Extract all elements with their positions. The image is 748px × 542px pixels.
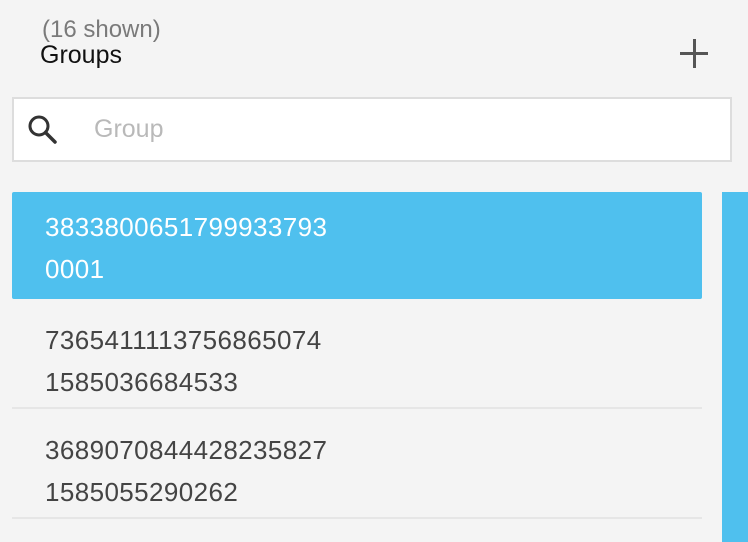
list-item[interactable]: 7365411113756865074 1585036684533 <box>12 299 702 409</box>
group-id-suffix: 0001 <box>45 254 105 284</box>
add-group-button[interactable] <box>674 34 714 74</box>
search-icon <box>28 115 57 144</box>
panel-title: Groups <box>40 41 122 69</box>
list-item[interactable]: 3689070844428235827 1585055290262 <box>12 409 702 519</box>
scrollbar[interactable] <box>722 192 748 542</box>
search-box[interactable] <box>12 97 732 162</box>
group-id: 7365411113756865074 <box>45 325 322 355</box>
group-id: 3833800651799933793 <box>45 212 328 242</box>
groups-list: 3833800651799933793 0001 736541111375686… <box>12 192 702 519</box>
group-id: 3689070844428235827 <box>45 435 328 465</box>
groups-panel: (16 shown) Groups 3833800651799933793 00… <box>0 0 748 542</box>
search-input[interactable] <box>94 99 714 160</box>
list-item-selected[interactable]: 3833800651799933793 0001 <box>12 192 702 299</box>
group-id-suffix: 1585055290262 <box>45 477 239 507</box>
group-id-suffix: 1585036684533 <box>45 367 239 397</box>
